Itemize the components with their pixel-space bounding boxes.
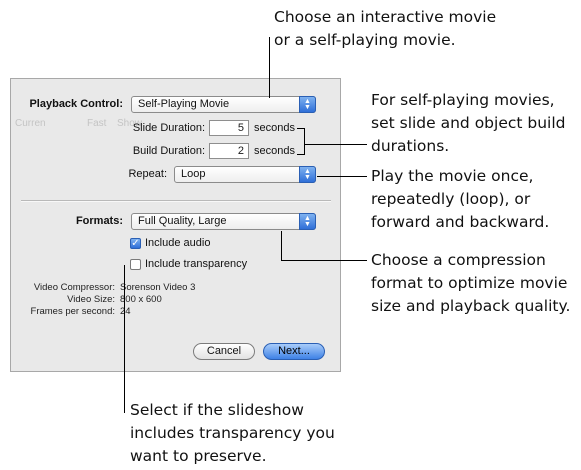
callout-durations: For self-playing movies, set slide and o…: [371, 89, 566, 158]
playback-control-label: Playback Control:: [29, 98, 123, 110]
callout-playback-control: Choose an interactive movie or a self-pl…: [274, 6, 496, 52]
formats-value: Full Quality, Large: [138, 215, 227, 227]
callout-line: Choose an interactive movie: [274, 8, 497, 26]
popup-arrows-icon: ▲ ▼: [299, 96, 316, 113]
frames-per-second-value: 24: [120, 306, 131, 317]
include-transparency-checkbox[interactable]: [130, 259, 141, 270]
callout-transparency: Select if the slideshow includes transpa…: [130, 399, 335, 468]
callout-connector: [281, 260, 367, 261]
repeat-label: Repeat:: [128, 168, 167, 180]
callout-line: want to preserve.: [130, 447, 267, 465]
callout-line: Play the movie once,: [371, 167, 534, 185]
export-dialog: Curren Fast Show Playback Control: Self-…: [10, 78, 341, 372]
video-compressor-value: Sorenson Video 3: [120, 282, 196, 293]
playback-control-popup[interactable]: Self-Playing Movie ▲ ▼: [131, 96, 316, 113]
callout-formats: Choose a compression format to optimize …: [371, 249, 570, 318]
callout-line: set slide and object build: [371, 114, 566, 132]
callout-connector: [124, 265, 125, 413]
include-transparency-label[interactable]: Include transparency: [145, 258, 247, 270]
build-duration-unit: seconds: [254, 145, 295, 157]
popup-arrows-icon: ▲ ▼: [299, 166, 316, 183]
callout-connector: [304, 144, 367, 145]
callout-line: Choose a compression: [371, 251, 546, 269]
callout-line: includes transparency you: [130, 424, 335, 442]
include-audio-label[interactable]: Include audio: [145, 237, 210, 249]
formats-popup[interactable]: Full Quality, Large ▲ ▼: [131, 213, 316, 230]
callout-line: Select if the slideshow: [130, 401, 304, 419]
callout-connector: [297, 154, 305, 155]
include-audio-checkbox[interactable]: ✓: [130, 238, 141, 249]
callout-line: repeatedly (loop), or: [371, 190, 531, 208]
callout-connector: [317, 176, 367, 177]
playback-control-value: Self-Playing Movie: [138, 98, 230, 110]
callout-line: durations.: [371, 137, 450, 155]
slide-duration-label: Slide Duration:: [132, 122, 205, 134]
frames-per-second-label: Frames per second:: [30, 306, 115, 317]
callout-line: format to optimize movie: [371, 274, 568, 292]
callout-connector: [304, 128, 305, 155]
callout-repeat: Play the movie once, repeatedly (loop), …: [371, 165, 549, 234]
repeat-popup[interactable]: Loop ▲ ▼: [174, 166, 316, 183]
next-button[interactable]: Next...: [263, 343, 325, 360]
callout-line: forward and backward.: [371, 213, 550, 231]
cancel-button[interactable]: Cancel: [193, 343, 255, 360]
video-compressor-label: Video Compressor:: [33, 282, 115, 293]
video-size-value: 800 x 600: [120, 294, 162, 305]
callout-line: For self-playing movies,: [371, 91, 555, 109]
video-size-label: Video Size:: [67, 294, 115, 305]
callout-connector: [269, 37, 270, 98]
popup-arrows-icon: ▲ ▼: [299, 213, 316, 230]
repeat-value: Loop: [181, 168, 206, 180]
callout-line: or a self-playing movie.: [274, 31, 456, 49]
build-duration-field[interactable]: 2: [209, 143, 249, 159]
build-duration-label: Build Duration:: [132, 145, 205, 157]
callout-connector: [281, 231, 282, 261]
formats-label: Formats:: [75, 215, 123, 227]
slide-duration-field[interactable]: 5: [209, 120, 249, 136]
callout-line: size and playback quality.: [371, 297, 571, 315]
divider: [21, 200, 331, 202]
slide-duration-unit: seconds: [254, 122, 295, 134]
